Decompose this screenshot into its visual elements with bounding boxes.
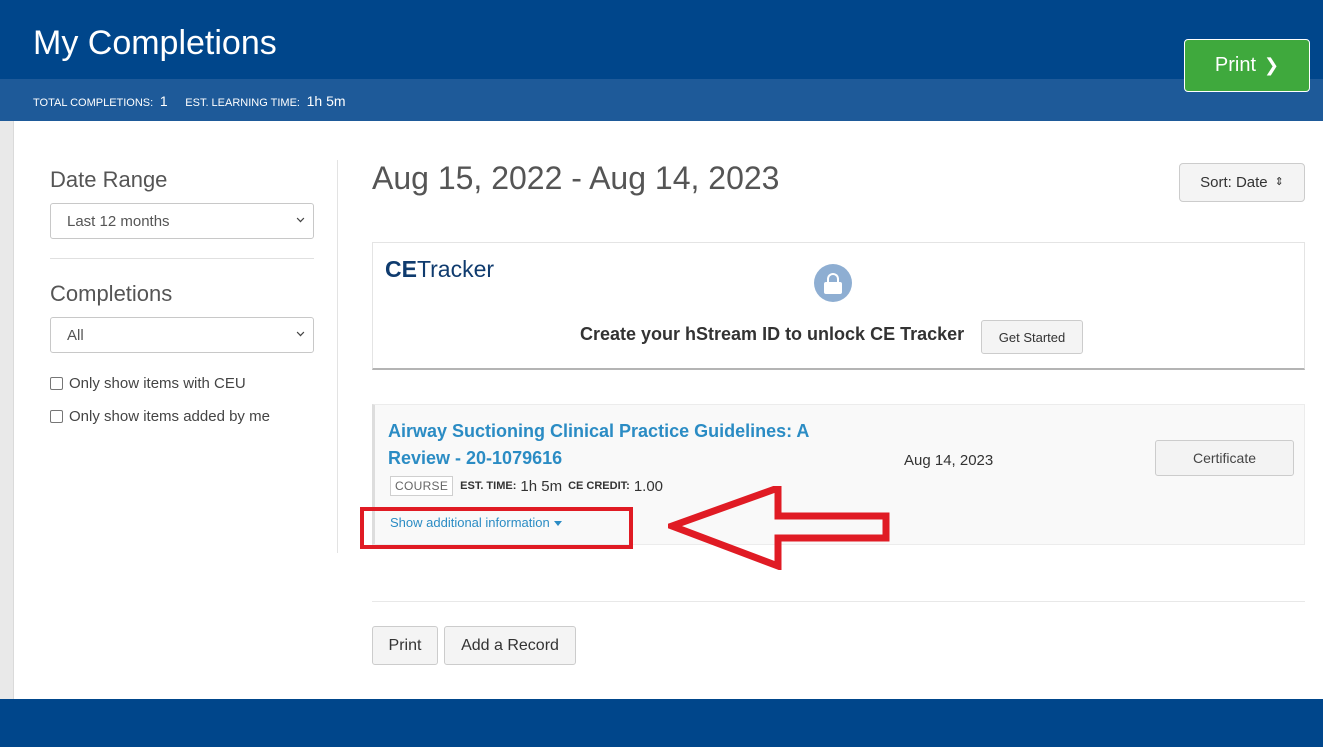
page-header: My Completions TOTAL COMPLETIONS: 1 EST.… <box>0 0 1323 121</box>
date-range-heading: Date Range <box>50 167 168 192</box>
certificate-button[interactable]: Certificate <box>1155 440 1294 476</box>
arrow-left-annotation-icon <box>668 486 890 570</box>
completions-select[interactable]: All <box>50 317 314 353</box>
lock-icon <box>814 264 852 302</box>
ce-tracker-logo-light: Tracker <box>416 256 495 282</box>
chevron-down-icon <box>296 214 305 223</box>
course-meta: COURSE EST. TIME: 1h 5m CE CREDIT: 1.00 <box>390 476 669 496</box>
chevron-down-icon <box>296 328 305 337</box>
ce-tracker-logo-bold: CE <box>385 256 417 282</box>
sort-button-label: Sort: Date <box>1200 174 1268 191</box>
completions-value: All <box>67 326 84 344</box>
ceu-filter-checkbox[interactable] <box>50 377 63 390</box>
print-button[interactable]: Print <box>372 626 438 665</box>
completion-stats: TOTAL COMPLETIONS: 1 EST. LEARNING TIME:… <box>33 93 360 109</box>
date-range-value: Last 12 months <box>67 212 170 230</box>
learning-time-value: 1h 5m <box>306 93 346 109</box>
ceu-filter-label: Only show items with CEU <box>69 375 246 392</box>
chevron-right-icon: ❯ <box>1264 55 1280 75</box>
print-button-header[interactable]: Print ❯ <box>1184 39 1310 92</box>
ce-tracker-card: CETracker Create your hStream ID to unlo… <box>372 242 1305 370</box>
added-by-me-checkbox[interactable] <box>50 410 63 423</box>
get-started-button[interactable]: Get Started <box>981 320 1083 354</box>
total-completions-value: 1 <box>159 93 168 109</box>
print-button-label: Print <box>1214 54 1257 76</box>
est-time-value: 1h 5m <box>520 477 563 495</box>
course-title-link[interactable]: Airway Suctioning Clinical Practice Guid… <box>388 418 858 472</box>
add-record-button[interactable]: Add a Record <box>444 626 576 665</box>
highlight-box-annotation <box>360 507 633 549</box>
page-title: My Completions <box>33 24 277 62</box>
page-footer <box>0 699 1323 747</box>
filter-sidebar: Date Range Last 12 months Completions Al… <box>50 160 314 425</box>
sort-updown-icon: ⇕ <box>1274 176 1284 188</box>
ce-tracker-message: Create your hStream ID to unlock CE Trac… <box>580 324 965 344</box>
sort-button[interactable]: Sort: Date ⇕ <box>1179 163 1305 202</box>
date-range-title: Aug 15, 2022 - Aug 14, 2023 <box>372 160 780 196</box>
lock-body <box>824 282 842 294</box>
learning-time-label: EST. LEARNING TIME: <box>185 97 300 109</box>
sidebar-divider <box>50 258 314 259</box>
est-time-label: EST. TIME: <box>460 480 517 492</box>
added-by-me-checkbox-row[interactable]: Only show items added by me <box>50 408 314 425</box>
course-type-badge: COURSE <box>390 476 454 496</box>
completion-date: Aug 14, 2023 <box>904 452 994 469</box>
added-by-me-label: Only show items added by me <box>69 408 270 425</box>
total-completions-label: TOTAL COMPLETIONS: <box>33 97 154 109</box>
left-rail <box>0 121 14 699</box>
completions-heading: Completions <box>50 281 173 306</box>
ce-credit-label: CE CREDIT: <box>568 480 630 492</box>
ceu-filter-checkbox-row[interactable]: Only show items with CEU <box>50 375 314 392</box>
ce-credit-value: 1.00 <box>633 477 664 495</box>
date-range-select[interactable]: Last 12 months <box>50 203 314 239</box>
sidebar-vertical-divider <box>337 160 338 553</box>
content-divider <box>372 601 1305 602</box>
ce-tracker-logo: CETracker <box>385 256 494 283</box>
